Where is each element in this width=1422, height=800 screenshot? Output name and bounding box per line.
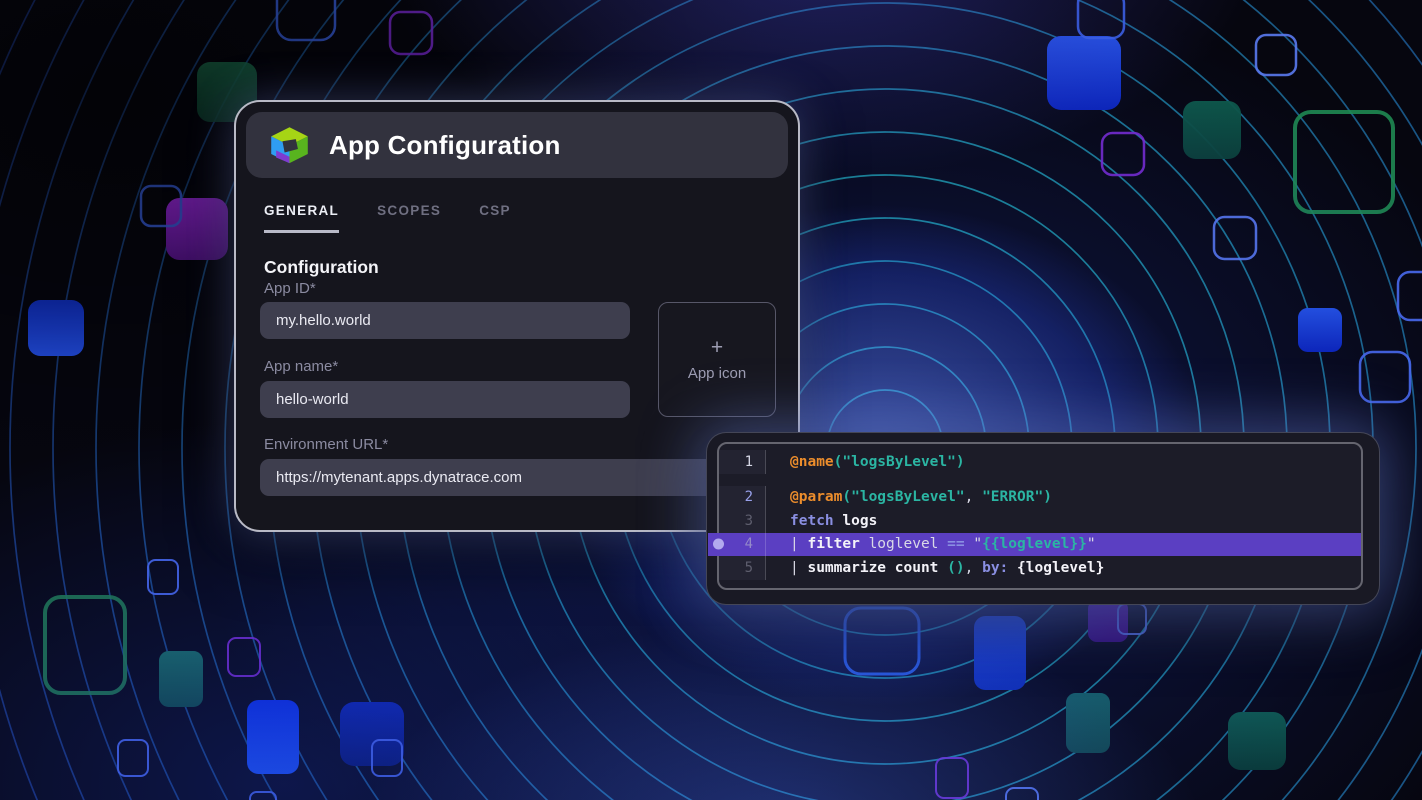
environment-url-label: Environment URL* <box>264 436 388 453</box>
deco-outline-square <box>1102 133 1144 175</box>
tab-csp[interactable]: CSP <box>479 203 511 233</box>
code-editor[interactable]: 1@name("logsByLevel")2@param("logsByLeve… <box>717 442 1363 590</box>
page-title: App Configuration <box>329 130 561 161</box>
line-number: 4 <box>719 533 766 557</box>
deco-outline-square <box>250 792 276 800</box>
hero-background: App Configuration GENERAL SCOPES CSP Con… <box>0 0 1422 800</box>
code-text: | summarize count (), by: {loglevel} <box>766 560 1104 576</box>
app-icon-upload[interactable]: + App icon <box>658 302 776 417</box>
deco-outline-square <box>390 12 432 54</box>
deco-outline-square <box>1006 788 1038 800</box>
deco-filled-square <box>1228 712 1286 770</box>
app-icon-upload-label: App icon <box>688 365 746 382</box>
deco-outline-square <box>1295 112 1393 212</box>
deco-filled-square <box>974 616 1026 690</box>
code-rows: 1@name("logsByLevel")2@param("logsByLeve… <box>719 444 1361 585</box>
line-number: 2 <box>719 486 766 510</box>
deco-outline-square <box>1214 217 1256 259</box>
code-line: 3fetch logs <box>719 509 1361 533</box>
app-name-input[interactable] <box>260 381 630 418</box>
deco-outline-square <box>1398 272 1422 320</box>
app-id-label: App ID* <box>264 280 316 297</box>
line-number: 1 <box>719 450 766 474</box>
deco-filled-square <box>1047 36 1121 110</box>
deco-filled-square <box>1298 308 1342 352</box>
tab-scopes[interactable]: SCOPES <box>377 203 441 233</box>
section-heading: Configuration <box>264 257 770 278</box>
code-line: 2@param("logsByLevel", "ERROR") <box>719 486 1361 510</box>
environment-url-input[interactable] <box>260 459 772 496</box>
tab-general[interactable]: GENERAL <box>264 203 339 233</box>
deco-outline-square <box>936 758 968 798</box>
deco-filled-square <box>1066 693 1110 753</box>
dql-code-card: 1@name("logsByLevel")2@param("logsByLeve… <box>706 432 1380 605</box>
code-text: @name("logsByLevel") <box>766 454 965 470</box>
code-line: 4| filter loglevel == "{{loglevel}}" <box>719 533 1361 557</box>
config-card-header: App Configuration <box>246 112 788 178</box>
deco-outline-square <box>118 740 148 776</box>
deco-filled-square <box>159 651 203 707</box>
deco-filled-square <box>166 198 228 260</box>
plus-icon: + <box>711 337 723 358</box>
code-line: 5| summarize count (), by: {loglevel} <box>719 556 1361 580</box>
deco-outline-square <box>845 608 919 674</box>
deco-filled-square <box>247 700 299 774</box>
deco-filled-square <box>28 300 84 356</box>
app-cube-icon <box>267 123 312 168</box>
code-text: @param("logsByLevel", "ERROR") <box>766 489 1052 505</box>
deco-filled-square <box>1183 101 1241 159</box>
app-name-label: App name* <box>264 358 338 375</box>
config-tabs: GENERAL SCOPES CSP <box>264 203 770 233</box>
code-text: | filter loglevel == "{{loglevel}}" <box>766 536 1096 552</box>
line-number: 3 <box>719 509 766 533</box>
app-id-input[interactable] <box>260 302 630 339</box>
line-number: 5 <box>719 556 766 580</box>
code-text: fetch logs <box>766 513 877 529</box>
code-line: 1@name("logsByLevel") <box>719 450 1361 474</box>
breakpoint-dot[interactable] <box>713 539 724 550</box>
deco-filled-square <box>1088 600 1128 642</box>
